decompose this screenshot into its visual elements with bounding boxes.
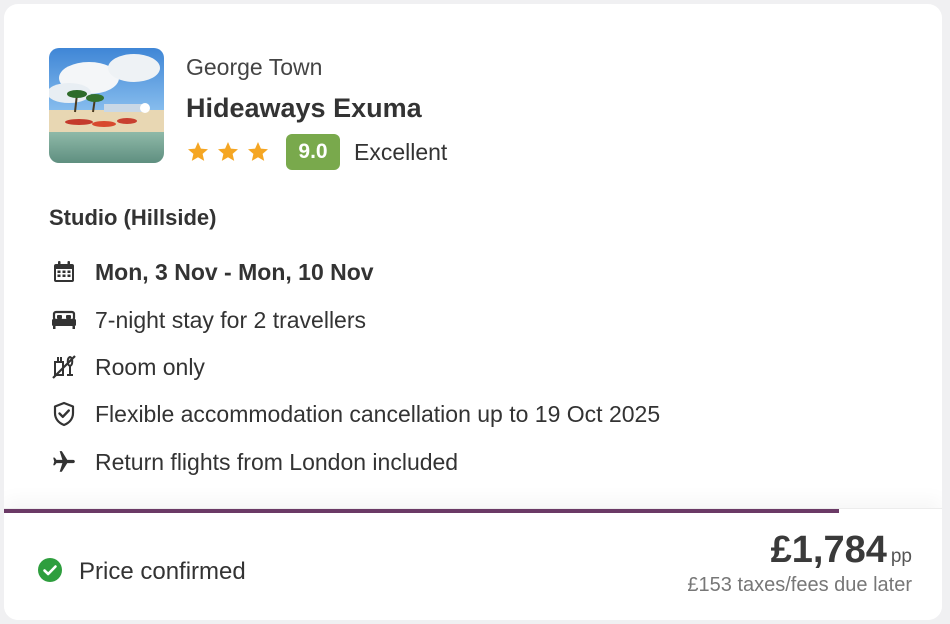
- price-confirmed-status: Price confirmed: [37, 553, 246, 591]
- no-meals-icon: [49, 352, 79, 382]
- hotel-name[interactable]: Hideaways Exuma: [186, 93, 422, 124]
- star-icon: [188, 142, 208, 161]
- hotel-card: George Town Hideaways Exuma 9.0 Excellen…: [4, 4, 942, 620]
- airplane-icon: [49, 447, 79, 477]
- detail-cancellation: Flexible accommodation cancellation up t…: [49, 396, 660, 432]
- detail-board-text: Room only: [95, 353, 205, 380]
- review-score-label: Excellent: [354, 138, 448, 165]
- detail-flights-text: Return flights from London included: [95, 448, 459, 475]
- rating-row: 9.0 Excellent: [186, 134, 447, 170]
- detail-cancellation-text: Flexible accommodation cancellation up t…: [95, 400, 661, 427]
- calendar-icon: [49, 257, 79, 287]
- hotel-location: George Town: [186, 54, 323, 80]
- price-confirmed-text: Price confirmed: [79, 558, 246, 585]
- detail-flights: Return flights from London included: [49, 444, 458, 480]
- review-score-badge: 9.0: [286, 134, 340, 170]
- shield-check-icon: [49, 399, 79, 429]
- bed-icon: [49, 305, 79, 335]
- price-unit: pp: [890, 546, 912, 567]
- taxes-note: £153 taxes/fees due later: [687, 574, 912, 596]
- price-footer: Price confirmed £1,784 pp £153 taxes/fee…: [4, 508, 942, 620]
- room-type: Studio (Hillside): [49, 205, 217, 230]
- price-block: £1,784 pp £153 taxes/fees due later: [687, 529, 912, 597]
- detail-dates-text: Mon, 3 Nov - Mon, 10 Nov: [95, 258, 374, 285]
- total-price: £1,784: [770, 529, 887, 571]
- check-circle-icon: [37, 557, 63, 588]
- price-check-progress-bar: [4, 509, 942, 513]
- star-icon: [218, 142, 238, 161]
- detail-board: Room only: [49, 349, 205, 385]
- detail-stay-text: 7-night stay for 2 travellers: [95, 306, 367, 333]
- price-check-progress-fill: [4, 509, 839, 513]
- detail-dates: Mon, 3 Nov - Mon, 10 Nov: [49, 254, 374, 290]
- hotel-thumbnail-image[interactable]: [49, 48, 164, 163]
- detail-stay: 7-night stay for 2 travellers: [49, 302, 366, 338]
- star-rating: [186, 140, 270, 164]
- star-icon: [248, 142, 268, 161]
